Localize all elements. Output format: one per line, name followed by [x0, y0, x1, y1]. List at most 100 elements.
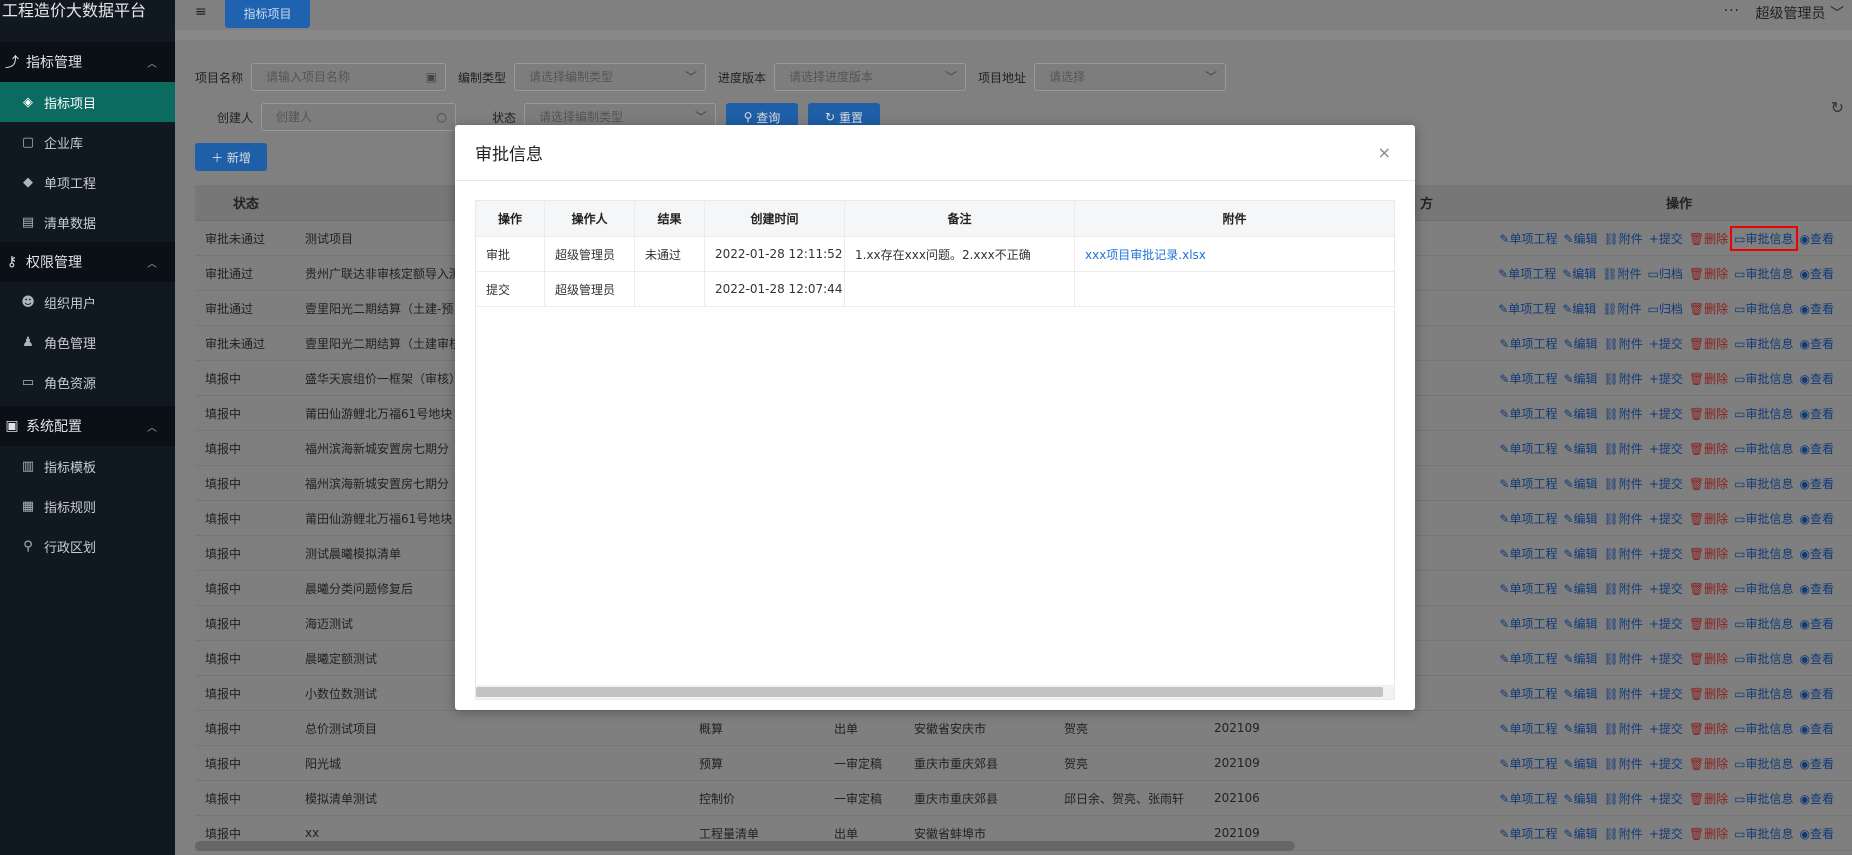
submit-link[interactable]: +提交: [1649, 755, 1683, 772]
edit-link[interactable]: ✎编辑: [1563, 615, 1597, 632]
view-link[interactable]: ◉查看: [1800, 615, 1835, 632]
approval-info-link[interactable]: ▭审批信息: [1734, 545, 1793, 562]
approval-info-link[interactable]: ▭审批信息: [1730, 225, 1798, 251]
close-icon[interactable]: ×: [1378, 143, 1391, 162]
submit-link[interactable]: +提交: [1649, 230, 1683, 247]
delete-link[interactable]: 🗑删除: [1689, 475, 1728, 492]
approval-info-link[interactable]: ▭审批信息: [1734, 440, 1793, 457]
approval-info-link[interactable]: ▭审批信息: [1734, 475, 1793, 492]
single-project-link[interactable]: ✎单项工程: [1499, 475, 1557, 492]
edit-link[interactable]: ✎编辑: [1563, 510, 1597, 527]
attachment-link[interactable]: xxx项目审批记录.xlsx: [1085, 246, 1206, 263]
delete-link[interactable]: 🗑删除: [1689, 755, 1728, 772]
add-button[interactable]: ＋ 新增: [195, 143, 267, 171]
user-menu[interactable]: 超级管理员 ﹀: [1756, 3, 1844, 23]
approval-info-link[interactable]: ▭审批信息: [1734, 300, 1793, 317]
sidebar-item-index-template[interactable]: ▥ 指标模板: [0, 446, 175, 486]
view-link[interactable]: ◉查看: [1800, 335, 1835, 352]
approval-info-link[interactable]: ▭审批信息: [1734, 510, 1793, 527]
edit-link[interactable]: ✎编辑: [1563, 230, 1597, 247]
sidebar-item-index-project[interactable]: ◈ 指标项目: [0, 82, 175, 122]
menu-group-permission-management[interactable]: ⚷ 权限管理 ︿: [0, 242, 175, 282]
attachment-link[interactable]: ⛓附件: [1604, 440, 1643, 457]
approval-info-link[interactable]: ▭审批信息: [1734, 405, 1793, 422]
view-link[interactable]: ◉查看: [1800, 475, 1835, 492]
sidebar-item-admin-region[interactable]: ⚲ 行政区划: [0, 526, 175, 566]
submit-link[interactable]: +提交: [1649, 650, 1683, 667]
single-project-link[interactable]: ✎单项工程: [1499, 720, 1557, 737]
single-project-link[interactable]: ✎单项工程: [1498, 265, 1556, 282]
project-name-input[interactable]: 请输入项目名称 ▣: [251, 63, 447, 91]
delete-link[interactable]: 🗑删除: [1689, 265, 1728, 282]
submit-link[interactable]: +提交: [1649, 825, 1683, 842]
view-link[interactable]: ◉查看: [1800, 825, 1835, 842]
delete-link[interactable]: 🗑删除: [1689, 335, 1728, 352]
view-link[interactable]: ◉查看: [1800, 755, 1835, 772]
edit-link[interactable]: ✎编辑: [1563, 405, 1597, 422]
approval-info-link[interactable]: ▭审批信息: [1734, 825, 1793, 842]
submit-link[interactable]: +提交: [1649, 685, 1683, 702]
approval-info-link[interactable]: ▭审批信息: [1734, 615, 1793, 632]
single-project-link[interactable]: ✎单项工程: [1499, 790, 1557, 807]
sidebar-item-bill-data[interactable]: ▤ 清单数据: [0, 202, 175, 242]
submit-link[interactable]: +提交: [1649, 615, 1683, 632]
single-project-link[interactable]: ✎单项工程: [1499, 405, 1557, 422]
delete-link[interactable]: 🗑删除: [1689, 825, 1728, 842]
submit-link[interactable]: +提交: [1649, 510, 1683, 527]
delete-link[interactable]: 🗑删除: [1689, 720, 1728, 737]
approval-info-link[interactable]: ▭审批信息: [1734, 265, 1793, 282]
delete-link[interactable]: 🗑删除: [1689, 440, 1728, 457]
sidebar-item-role-management[interactable]: ♟ 角色管理: [0, 322, 175, 362]
approval-info-link[interactable]: ▭审批信息: [1734, 650, 1793, 667]
edit-link[interactable]: ✎编辑: [1563, 335, 1597, 352]
sidebar-item-enterprise-library[interactable]: ▢ 企业库: [0, 122, 175, 162]
single-project-link[interactable]: ✎单项工程: [1499, 370, 1557, 387]
view-link[interactable]: ◉查看: [1800, 580, 1835, 597]
view-link[interactable]: ◉查看: [1800, 230, 1835, 247]
edit-link[interactable]: ✎编辑: [1563, 440, 1597, 457]
attachment-link[interactable]: ⛓附件: [1604, 370, 1643, 387]
attachment-link[interactable]: ⛓附件: [1604, 475, 1643, 492]
single-project-link[interactable]: ✎单项工程: [1499, 440, 1557, 457]
delete-link[interactable]: 🗑删除: [1689, 685, 1728, 702]
attachment-link[interactable]: ⛓附件: [1604, 615, 1643, 632]
submit-link[interactable]: +提交: [1649, 405, 1683, 422]
single-project-link[interactable]: ✎单项工程: [1499, 650, 1557, 667]
attachment-link[interactable]: ⛓附件: [1604, 335, 1643, 352]
more-icon[interactable]: ···: [1724, 3, 1740, 19]
archive-link[interactable]: ▭归档: [1648, 265, 1683, 282]
submit-link[interactable]: +提交: [1649, 790, 1683, 807]
edit-link[interactable]: ✎编辑: [1563, 685, 1597, 702]
view-link[interactable]: ◉查看: [1800, 370, 1835, 387]
single-project-link[interactable]: ✎单项工程: [1499, 510, 1557, 527]
sidebar-item-role-resources[interactable]: ▭ 角色资源: [0, 362, 175, 402]
single-project-link[interactable]: ✎单项工程: [1499, 230, 1557, 247]
edit-link[interactable]: ✎编辑: [1563, 720, 1597, 737]
submit-link[interactable]: +提交: [1649, 440, 1683, 457]
compile-type-select[interactable]: 请选择编制类型 ﹀: [514, 63, 707, 91]
delete-link[interactable]: 🗑删除: [1689, 615, 1728, 632]
view-link[interactable]: ◉查看: [1800, 265, 1835, 282]
attachment-link[interactable]: ⛓附件: [1604, 720, 1643, 737]
approval-info-link[interactable]: ▭审批信息: [1734, 720, 1793, 737]
edit-link[interactable]: ✎编辑: [1563, 475, 1597, 492]
view-link[interactable]: ◉查看: [1800, 300, 1835, 317]
menu-toggle-icon[interactable]: ≡: [195, 4, 207, 20]
approval-info-link[interactable]: ▭审批信息: [1734, 370, 1793, 387]
attachment-link[interactable]: ⛓附件: [1604, 685, 1643, 702]
delete-link[interactable]: 🗑删除: [1689, 300, 1728, 317]
attachment-link[interactable]: ⛓附件: [1604, 580, 1643, 597]
attachment-link[interactable]: ⛓附件: [1604, 790, 1643, 807]
sidebar-item-index-rules[interactable]: ▦ 指标规则: [0, 486, 175, 526]
submit-link[interactable]: +提交: [1649, 475, 1683, 492]
submit-link[interactable]: +提交: [1649, 545, 1683, 562]
dialog-scrollbar[interactable]: [476, 685, 1394, 699]
approval-info-link[interactable]: ▭审批信息: [1734, 335, 1793, 352]
submit-link[interactable]: +提交: [1649, 720, 1683, 737]
single-project-link[interactable]: ✎单项工程: [1498, 300, 1556, 317]
edit-link[interactable]: ✎编辑: [1563, 370, 1597, 387]
menu-group-system-config[interactable]: ▣ 系统配置 ︿: [0, 406, 175, 446]
edit-link[interactable]: ✎编辑: [1563, 825, 1597, 842]
single-project-link[interactable]: ✎单项工程: [1499, 755, 1557, 772]
progress-version-select[interactable]: 请选择进度版本 ﹀: [774, 63, 967, 91]
